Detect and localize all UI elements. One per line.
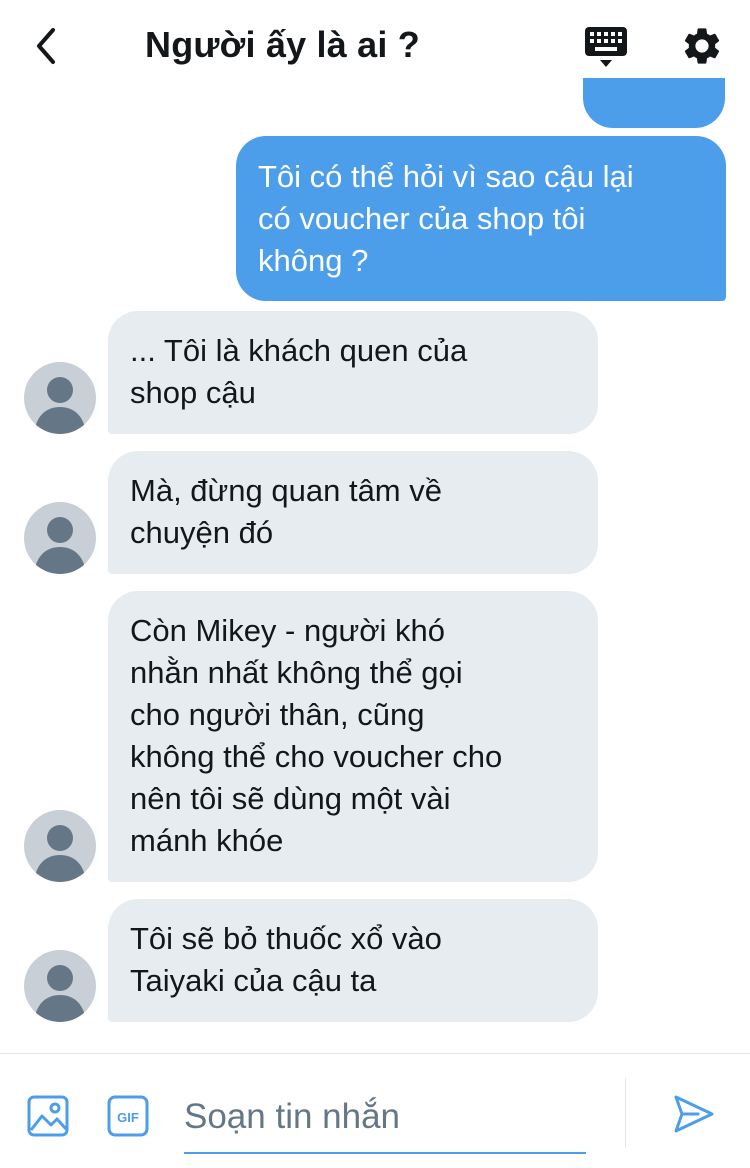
gif-label: GIF [117,1110,139,1125]
gif-icon: GIF [107,1095,149,1137]
avatar[interactable] [24,362,96,434]
conversation-title: Người ấy là ai ? [145,24,420,65]
default-avatar-icon [34,965,86,1022]
message-text: Tôi sẽ bỏ thuốc xổ vào Taiyaki của cậu t… [130,921,442,998]
message-bubble-incoming[interactable]: ... Tôi là khách quen của shop cậu [108,311,598,434]
avatar[interactable] [24,502,96,574]
add-image-button[interactable] [26,1094,70,1138]
avatar[interactable] [24,810,96,882]
back-button[interactable] [22,22,70,70]
message-bubble-incoming[interactable]: Tôi sẽ bỏ thuốc xổ vào Taiyaki của cậu t… [108,899,598,1022]
settings-button[interactable] [680,24,724,68]
gear-icon [684,28,720,64]
send-icon [674,1095,714,1133]
keyboard-button[interactable] [582,24,630,70]
message-bubble-outgoing[interactable]: Tôi có thể hỏi vì sao cậu lại có voucher… [236,136,726,301]
message-text: Tôi có thể hỏi vì sao cậu lại có voucher… [258,159,634,278]
previous-message-bubble [583,78,725,128]
default-avatar-icon [34,517,86,574]
image-icon [27,1095,69,1137]
send-button[interactable] [672,1092,716,1136]
chevron-left-icon [37,28,55,64]
message-text: Còn Mikey - người khó nhằn nhất không th… [130,613,503,858]
avatar[interactable] [24,950,96,1022]
compose-divider [625,1078,626,1148]
keyboard-icon [585,27,627,67]
message-bubble-incoming[interactable]: Còn Mikey - người khó nhằn nhất không th… [108,591,598,882]
message-text: ... Tôi là khách quen của shop cậu [130,333,468,410]
default-avatar-icon [34,825,86,882]
add-gif-button[interactable]: GIF [106,1094,150,1138]
message-input[interactable] [184,1082,586,1154]
message-text: Mà, đừng quan tâm về chuyện đó [130,473,442,550]
default-avatar-icon [34,377,86,434]
compose-bar: GIF [0,1053,750,1168]
message-bubble-incoming[interactable]: Mà, đừng quan tâm về chuyện đó [108,451,598,574]
